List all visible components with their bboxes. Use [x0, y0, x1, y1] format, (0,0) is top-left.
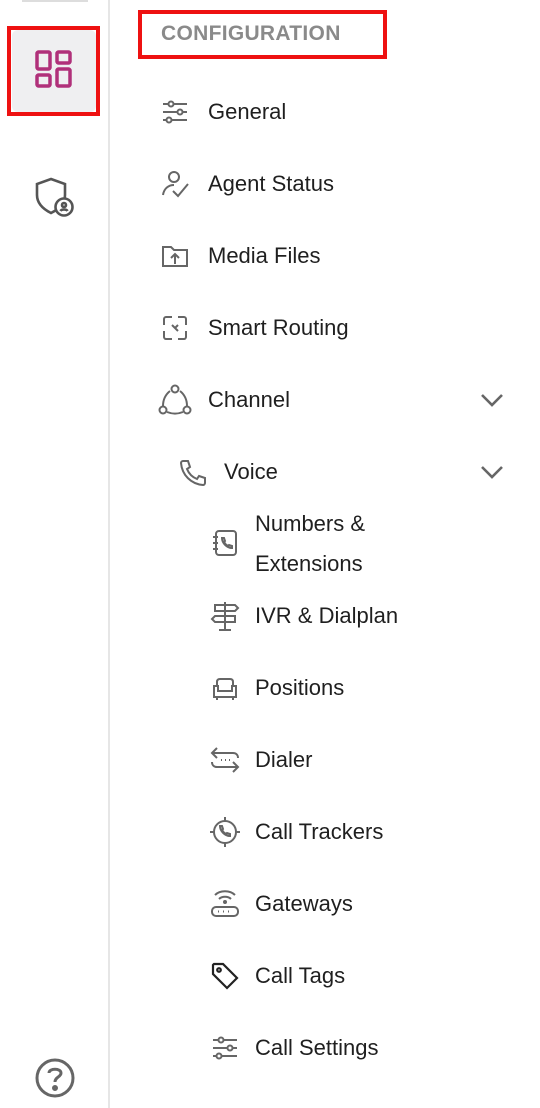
sliders-icon: [158, 95, 192, 129]
menu-item-label: Positions: [255, 675, 345, 700]
menu-item-agent-status[interactable]: Agent Status: [160, 167, 540, 201]
routing-grid-icon: [158, 311, 192, 345]
menu-item-label: Gateways: [255, 891, 353, 916]
menu-item-call-tags[interactable]: Call Tags: [208, 959, 540, 993]
menu-item-label: Dialer: [255, 747, 313, 772]
phonebook-icon: [208, 526, 242, 560]
menu-item-call-settings[interactable]: Call Settings: [208, 1031, 540, 1065]
menu-item-positions[interactable]: Positions: [208, 671, 540, 705]
section-title: CONFIGURATION: [161, 22, 341, 45]
armchair-icon: [208, 671, 242, 705]
rail-help-button[interactable]: [30, 1055, 80, 1105]
menu-item-label: Call Trackers: [255, 819, 384, 844]
user-check-icon: [158, 167, 192, 201]
sliders-icon: [208, 1031, 242, 1065]
menu-item-label: Media Files: [208, 243, 321, 268]
menu-item-label: Voice: [224, 459, 278, 484]
swap-arrows-icon: [208, 743, 242, 777]
menu-item-call-trackers[interactable]: Call Trackers: [208, 815, 540, 849]
menu-item-channel[interactable]: Channel: [158, 383, 540, 417]
tag-icon: [208, 959, 242, 993]
shield-user-icon: [33, 175, 77, 224]
highlight-box-dashboard: [7, 26, 100, 116]
channel-nodes-icon: [158, 383, 192, 417]
rail-divider: [22, 0, 88, 2]
menu-item-numbers-extensions[interactable]: Numbers & Extensions: [208, 504, 540, 584]
menu-item-label: IVR & Dialplan: [255, 603, 399, 628]
menu-item-smart-routing[interactable]: Smart Routing: [160, 311, 540, 345]
signpost-icon: [208, 599, 242, 633]
chevron-down-icon[interactable]: [478, 386, 506, 414]
menu-item-general[interactable]: General: [160, 95, 540, 129]
menu-item-media-files[interactable]: Media Files: [160, 239, 540, 273]
chevron-down-icon[interactable]: [478, 458, 506, 486]
router-icon: [208, 887, 242, 921]
icon-rail: [0, 0, 110, 1108]
menu-item-ivr-dialplan[interactable]: IVR & Dialplan: [208, 599, 540, 633]
menu-item-dialer[interactable]: Dialer: [208, 743, 540, 777]
menu-item-label: Numbers & Extensions: [255, 511, 366, 576]
rail-security-button[interactable]: [30, 174, 80, 224]
menu-item-label: Smart Routing: [208, 315, 349, 340]
menu-item-label: Agent Status: [208, 171, 334, 196]
menu-item-voice[interactable]: Voice: [176, 455, 540, 489]
phone-target-icon: [208, 815, 242, 849]
folder-upload-icon: [158, 239, 192, 273]
phone-icon: [176, 455, 210, 489]
menu-item-label: Call Settings: [255, 1035, 379, 1060]
menu-item-label: Channel: [208, 387, 290, 412]
help-circle-icon: [33, 1056, 77, 1105]
menu-item-label: General: [208, 99, 287, 124]
menu-item-label: Call Tags: [255, 963, 346, 988]
menu-item-gateways[interactable]: Gateways: [208, 887, 540, 921]
